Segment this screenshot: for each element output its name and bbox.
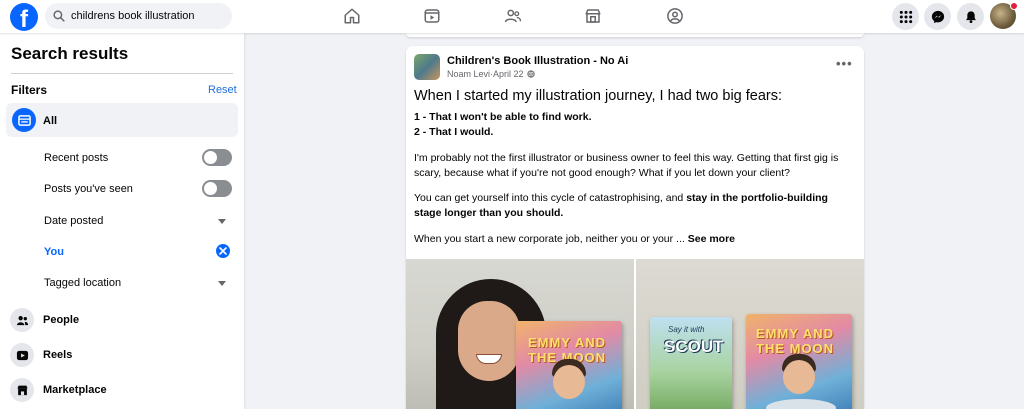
recent-posts-toggle[interactable]	[202, 149, 232, 166]
post-fear-1: 1 - That I won't be able to find work.	[414, 111, 592, 123]
category-marketplace[interactable]: Marketplace	[10, 378, 107, 402]
book-cover-emmy: EMMY AND THE MOON	[746, 314, 852, 409]
friends-icon[interactable]	[502, 5, 524, 27]
group-avatar[interactable]	[414, 54, 440, 80]
chevron-down-icon[interactable]	[218, 281, 226, 286]
search-sidebar: Search results Filters Reset All Recent …	[0, 33, 244, 409]
category-people[interactable]: People	[10, 308, 79, 332]
menu-grid-icon[interactable]	[892, 3, 919, 30]
search-input[interactable]	[71, 10, 231, 22]
facebook-logo-icon[interactable]: f	[10, 3, 38, 31]
notifications-icon[interactable]	[957, 3, 984, 30]
post-options-icon[interactable]: •••	[836, 57, 853, 70]
book-title-emmy: EMMY AND THE MOON	[756, 326, 835, 356]
character-face	[783, 360, 815, 394]
close-icon[interactable]	[216, 244, 230, 258]
post-fear-2: 2 - That I would.	[414, 126, 494, 138]
character-face	[553, 365, 585, 399]
filter-posted-by-you[interactable]: You	[44, 246, 64, 258]
messenger-icon[interactable]	[924, 3, 951, 30]
post-paragraph-2-text: You can get yourself into this cycle of …	[414, 192, 687, 204]
notification-badge	[1010, 2, 1018, 10]
person-face	[458, 301, 520, 381]
post-date-link[interactable]: April 22	[493, 69, 524, 79]
post-paragraph-3-text: When you start a new corporate job, neit…	[414, 233, 688, 245]
sidebar-title: Search results	[11, 44, 129, 63]
video-icon[interactable]	[421, 5, 443, 27]
filters-heading: Filters	[11, 83, 48, 97]
reels-icon	[10, 343, 34, 367]
filter-recent-posts-label: Recent posts	[44, 152, 109, 164]
post-paragraph-3: When you start a new corporate job, neit…	[414, 232, 854, 247]
filter-tagged-location[interactable]: Tagged location	[44, 277, 121, 289]
post-photo-1[interactable]: EMMY AND THE MOON	[406, 259, 634, 409]
people-icon	[10, 308, 34, 332]
reset-filters-link[interactable]: Reset	[208, 84, 237, 96]
filter-all-label: All	[43, 115, 58, 127]
filter-posts-seen-label: Posts you've seen	[44, 183, 133, 195]
filter-all[interactable]: All	[6, 103, 238, 137]
book-subtitle-scout: Say it with	[668, 325, 705, 334]
sidebar-divider	[11, 73, 233, 74]
posts-seen-toggle[interactable]	[202, 180, 232, 197]
category-reels-label: Reels	[43, 349, 73, 361]
search-icon	[53, 10, 65, 22]
book-title-scout: SCOUT	[664, 337, 724, 356]
home-icon[interactable]	[341, 5, 363, 27]
category-reels[interactable]: Reels	[10, 343, 72, 367]
post-photo-2[interactable]: Say it with SCOUT EMMY AND THE MOON	[636, 259, 864, 409]
post-meta: Noam Levi · April 22	[447, 69, 535, 79]
post-author-link[interactable]: Noam Levi	[447, 69, 490, 79]
post-heading: When I started my illustration journey, …	[414, 88, 783, 104]
post-paragraph-1: I'm probably not the first illustrator o…	[414, 152, 839, 179]
marketplace-icon	[10, 378, 34, 402]
marketplace-icon[interactable]	[582, 5, 604, 27]
book-cover-emmy: EMMY AND THE MOON	[516, 321, 622, 409]
top-navigation-bar: f	[0, 0, 1024, 33]
all-results-icon	[12, 108, 36, 132]
chevron-down-icon[interactable]	[218, 219, 226, 224]
category-people-label: People	[43, 314, 80, 326]
globe-icon	[526, 70, 535, 78]
feed-post: Children's Book Illustration - No Ai Noa…	[406, 46, 864, 409]
filter-date-posted[interactable]: Date posted	[44, 215, 103, 227]
book-cover-scout: Say it with SCOUT	[650, 317, 732, 409]
see-more-link[interactable]: See more	[688, 233, 735, 245]
previous-post-edge	[406, 33, 864, 37]
group-name-link[interactable]: Children's Book Illustration - No Ai	[447, 55, 628, 67]
groups-icon[interactable]	[664, 5, 686, 27]
search-bar[interactable]	[45, 3, 232, 29]
post-paragraph-2: You can get yourself into this cycle of …	[414, 191, 854, 221]
category-marketplace-label: Marketplace	[43, 384, 107, 396]
